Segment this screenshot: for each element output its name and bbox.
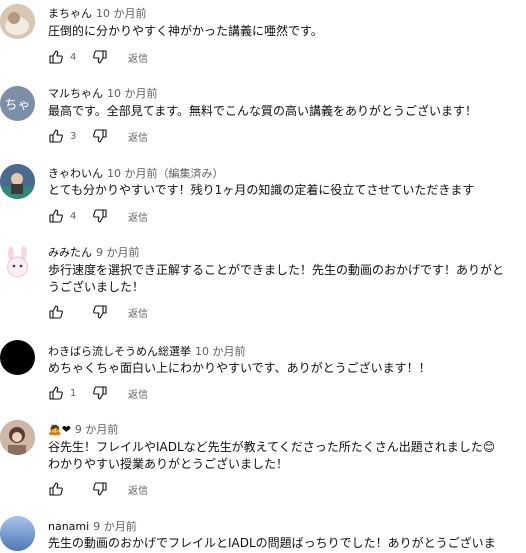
comment-author[interactable]: みみたん bbox=[48, 246, 92, 259]
reply-button[interactable]: 返信 bbox=[128, 305, 148, 320]
comment-text: 最高です。全部見てます。無料でこんな質の高い講義をありがとうございます！ bbox=[48, 104, 478, 118]
comment-text: 圧倒的に分かりやすく神がかった講義に唖然です。 bbox=[48, 24, 323, 38]
like-icon[interactable] bbox=[48, 481, 64, 497]
avatar[interactable] bbox=[0, 4, 35, 39]
comment-author[interactable]: nanami bbox=[48, 520, 89, 533]
like-count: 4 bbox=[70, 51, 77, 63]
like-icon[interactable] bbox=[48, 128, 64, 144]
comment-time[interactable]: 10 か月前 bbox=[96, 7, 147, 20]
avatar-initials: ちゃ bbox=[4, 98, 31, 113]
comment-time[interactable]: 10 か月前（編集済み） bbox=[107, 167, 224, 180]
like-icon[interactable] bbox=[48, 49, 64, 65]
reply-button[interactable]: 返信 bbox=[128, 386, 148, 401]
comment-text-line2: わかりやすい授業ありがとうございました！ bbox=[48, 457, 289, 471]
reply-button[interactable]: 返信 bbox=[128, 50, 148, 65]
comment-text: とても分かりやすいです！残り1ヶ月の知識の定着に役立てさせていただきます bbox=[48, 183, 475, 197]
avatar[interactable] bbox=[0, 164, 35, 199]
comment-author[interactable]: わきばら流しそうめん総選挙 bbox=[48, 345, 191, 358]
like-icon[interactable] bbox=[48, 208, 64, 224]
avatar[interactable] bbox=[0, 516, 35, 551]
like-count: 1 bbox=[70, 387, 77, 399]
comment-time[interactable]: 9 か月前 bbox=[96, 246, 140, 259]
dislike-icon[interactable] bbox=[92, 49, 108, 65]
comment-author-emoji[interactable]: 🙇❤ bbox=[48, 423, 71, 436]
like-count: 4 bbox=[70, 210, 77, 222]
dislike-icon[interactable] bbox=[92, 208, 108, 224]
avatar[interactable] bbox=[0, 340, 35, 375]
comment-author[interactable]: マルちゃん bbox=[48, 87, 103, 100]
avatar[interactable]: ちゃ bbox=[0, 86, 35, 121]
avatar[interactable] bbox=[0, 420, 35, 455]
comment-text: めちゃくちゃ面白い上にわかりやすいです、ありがとうございます！！ bbox=[48, 361, 431, 375]
like-icon[interactable] bbox=[48, 304, 64, 320]
comment-time[interactable]: 10 か月前 bbox=[195, 345, 246, 358]
comment-time[interactable]: 9 か月前 bbox=[75, 423, 119, 436]
like-icon[interactable] bbox=[48, 385, 64, 401]
comment-text: 先生の動画のおかげでフレイルとIADLの問題ばっちりでした！ありがとうございま bbox=[48, 536, 496, 550]
comment-text-line2: うございました！ bbox=[48, 280, 145, 294]
comment-author[interactable]: きゃわいん bbox=[48, 167, 103, 180]
comment-time[interactable]: 10 か月前 bbox=[107, 87, 158, 100]
dislike-icon[interactable] bbox=[92, 304, 108, 320]
avatar[interactable] bbox=[0, 245, 35, 280]
dislike-icon[interactable] bbox=[92, 128, 108, 144]
reply-button[interactable]: 返信 bbox=[128, 129, 148, 144]
comment-time[interactable]: 9 か月前 bbox=[93, 520, 137, 533]
comment-author[interactable]: まちゃん bbox=[48, 7, 92, 20]
reply-button[interactable]: 返信 bbox=[128, 482, 148, 497]
reply-button[interactable]: 返信 bbox=[128, 209, 148, 224]
like-count: 3 bbox=[70, 130, 77, 142]
dislike-icon[interactable] bbox=[92, 481, 108, 497]
dislike-icon[interactable] bbox=[92, 385, 108, 401]
